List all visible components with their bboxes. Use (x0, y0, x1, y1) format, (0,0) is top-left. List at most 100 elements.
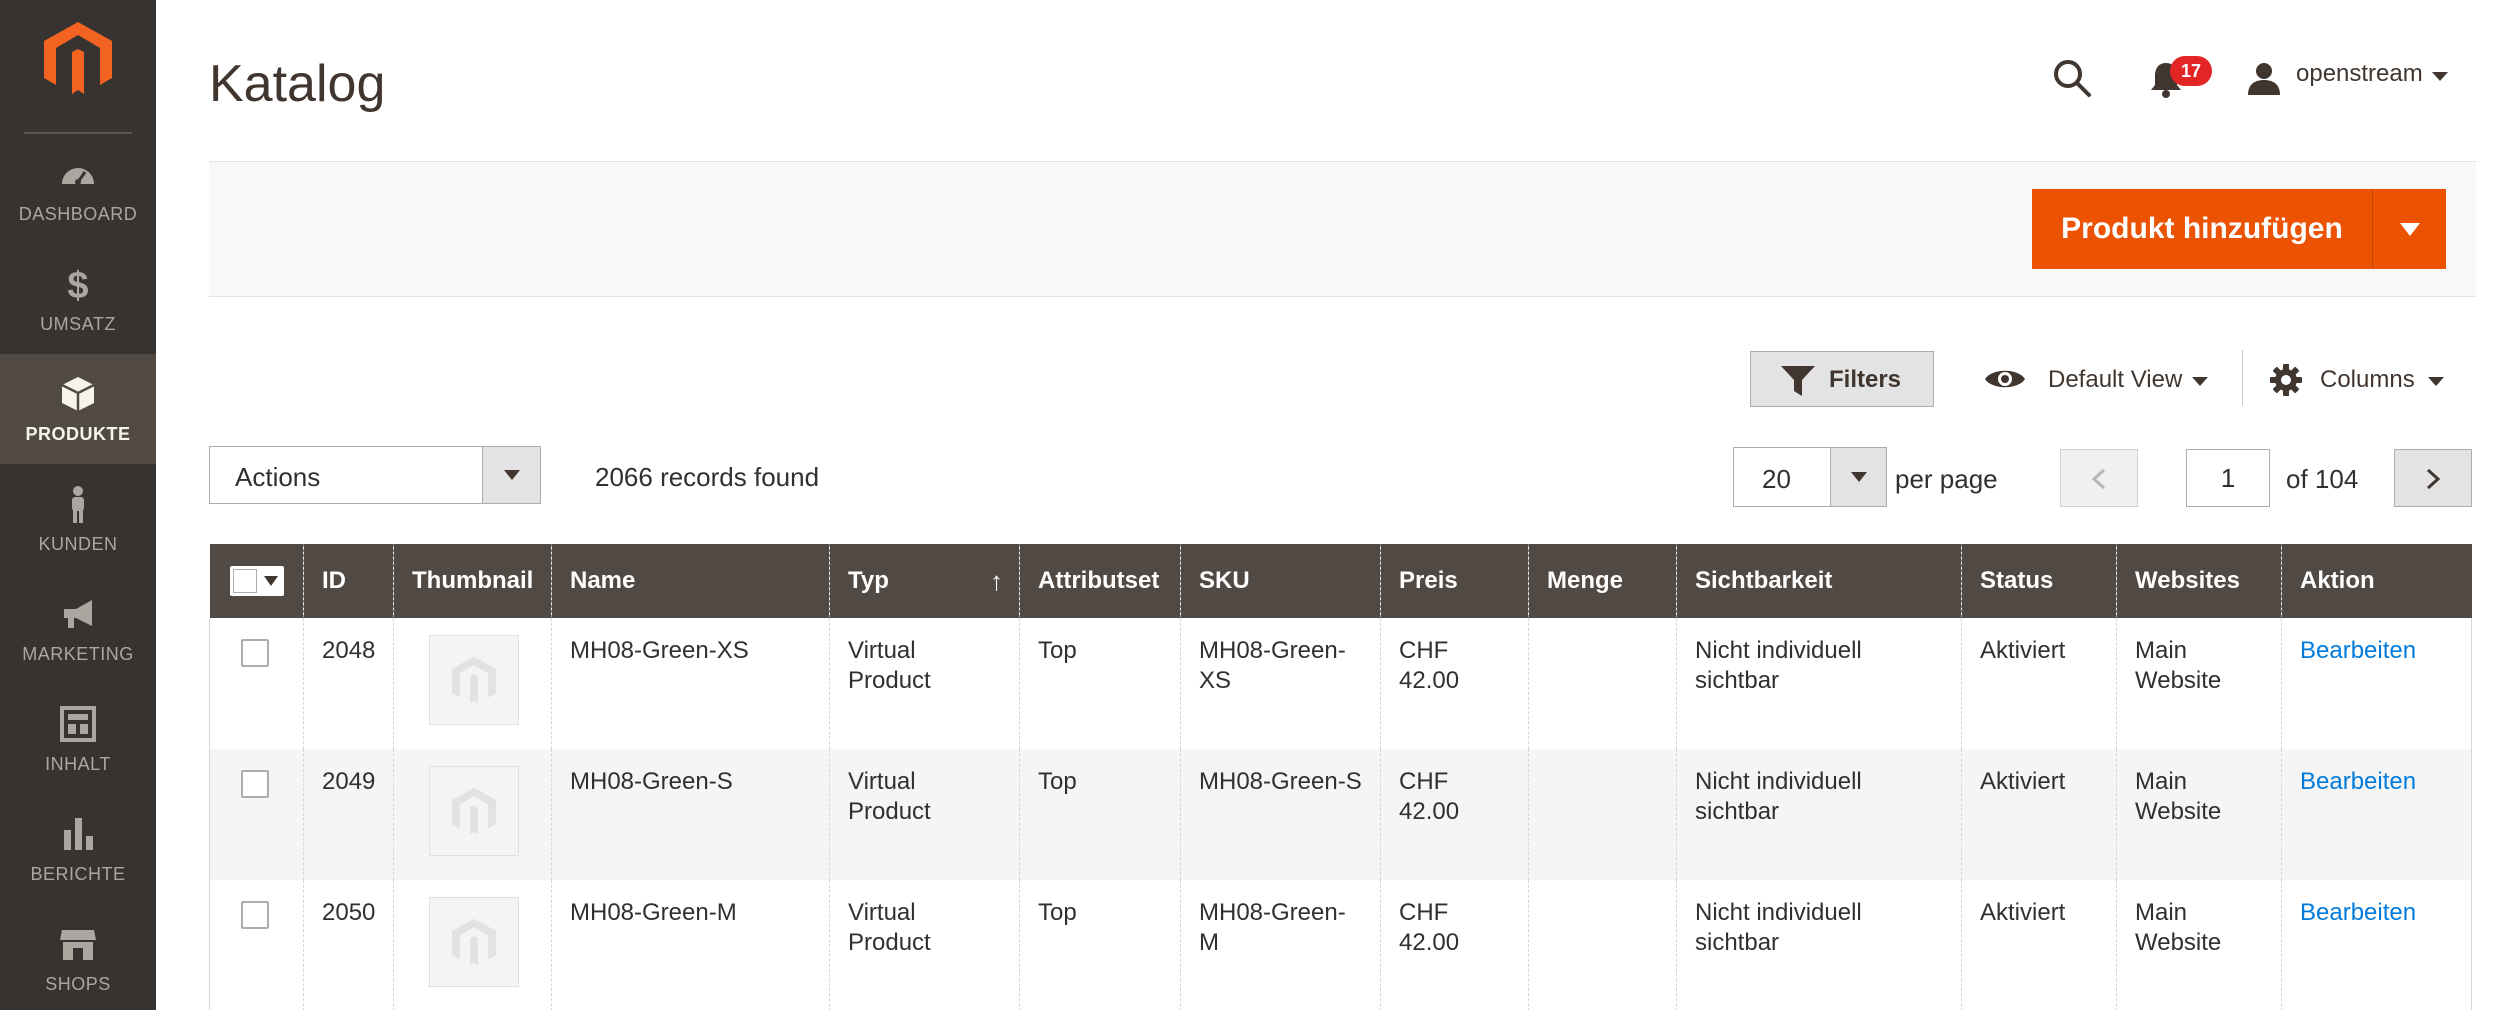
magento-placeholder-icon (452, 918, 496, 966)
columns-selector[interactable]: Columns (2320, 366, 2415, 394)
mass-actions-label: Actions (235, 462, 321, 492)
product-thumbnail[interactable] (429, 766, 519, 856)
cell-visibility: Nicht individuell sichtbar (1676, 880, 1962, 1010)
cell-websites: Main Website (2116, 880, 2282, 1010)
column-header-id[interactable]: ID (303, 544, 394, 618)
table-header-row: ID Thumbnail Name Typ ↑ Attributset SKU … (209, 544, 2472, 618)
table-row[interactable]: 2048 MH08-Green-XS Virtual Product Top MH08-… (209, 618, 2472, 749)
cell-name: MH08-Green-XS (551, 618, 830, 749)
mass-actions-select[interactable]: Actions (209, 446, 541, 504)
edit-link[interactable]: Bearbeiten (2300, 637, 2416, 664)
per-page-toggle[interactable] (1830, 448, 1886, 506)
select-all-header[interactable] (209, 544, 304, 618)
edit-link[interactable]: Bearbeiten (2300, 768, 2416, 795)
cell-visibility: Nicht individuell sichtbar (1676, 749, 1962, 880)
magento-placeholder-icon (452, 787, 496, 835)
product-thumbnail[interactable] (429, 635, 519, 725)
dashboard-icon (58, 154, 98, 194)
svg-text:$: $ (67, 265, 88, 304)
row-select-cell[interactable] (209, 880, 304, 1010)
chevron-down-icon[interactable] (2428, 375, 2444, 387)
sidebar-item-kunden[interactable]: KUNDEN (0, 464, 156, 574)
chevron-down-icon (1851, 472, 1867, 482)
column-header-type[interactable]: Typ ↑ (829, 544, 1020, 618)
view-selector[interactable]: Default View (2048, 366, 2182, 394)
previous-page-button[interactable] (2060, 449, 2138, 507)
row-checkbox[interactable] (241, 770, 269, 798)
layout-icon (58, 704, 98, 744)
column-header-websites[interactable]: Websites (2116, 544, 2282, 618)
row-select-cell[interactable] (209, 749, 304, 880)
row-checkbox[interactable] (241, 901, 269, 929)
column-header-status[interactable]: Status (1961, 544, 2117, 618)
chevron-down-icon (2400, 223, 2420, 236)
product-thumbnail[interactable] (429, 897, 519, 987)
sidebar-item-marketing[interactable]: MARKETING (0, 574, 156, 684)
table-row[interactable]: 2050 MH08-Green-M Virtual Product Top MH08-G… (209, 880, 2472, 1010)
cell-visibility: Nicht individuell sichtbar (1676, 618, 1962, 749)
cell-name: MH08-Green-S (551, 749, 830, 880)
notification-badge[interactable]: 17 (2170, 56, 2212, 86)
next-page-button[interactable] (2394, 449, 2472, 507)
cell-attribute-set: Top (1019, 880, 1181, 1010)
sidebar-item-shops[interactable]: SHOPS (0, 904, 156, 1010)
per-page-value: 20 (1762, 464, 1791, 494)
user-icon[interactable] (2246, 60, 2282, 96)
sidebar-item-produkte[interactable]: PRODUKTE (0, 354, 156, 464)
sidebar-item-label: UMSATZ (40, 314, 116, 334)
cell-id: 2048 (303, 618, 394, 749)
search-icon[interactable] (2052, 58, 2092, 98)
magento-logo[interactable] (44, 22, 112, 94)
per-page-label: per page (1895, 464, 1998, 494)
cell-type: Virtual Product (829, 618, 1020, 749)
column-header-attribute-set[interactable]: Attributset (1019, 544, 1181, 618)
table-row[interactable]: 2049 MH08-Green-S Virtual Product Top MH08-G… (209, 749, 2472, 880)
cell-action: Bearbeiten (2281, 749, 2472, 880)
page-title: Katalog (209, 55, 386, 113)
product-grid: ID Thumbnail Name Typ ↑ Attributset SKU … (209, 544, 2472, 1010)
gear-icon[interactable] (2270, 364, 2302, 396)
chevron-down-icon[interactable] (2192, 375, 2208, 387)
mass-actions-toggle[interactable] (482, 447, 540, 503)
toolbar-divider (2242, 350, 2243, 406)
checkbox[interactable] (232, 569, 257, 593)
cell-thumbnail (393, 880, 552, 1010)
edit-link[interactable]: Bearbeiten (2300, 899, 2416, 926)
chevron-down-icon[interactable] (263, 576, 278, 586)
add-product-button[interactable]: Produkt hinzufügen (2032, 189, 2372, 269)
magento-placeholder-icon (452, 656, 496, 704)
sidebar-item-umsatz[interactable]: $ UMSATZ (0, 244, 156, 354)
column-header-visibility[interactable]: Sichtbarkeit (1676, 544, 1962, 618)
cell-sku: MH08-Green-XS (1180, 618, 1381, 749)
bar-chart-icon (58, 814, 98, 854)
chevron-left-icon (2091, 468, 2106, 490)
column-header-type-label: Typ (848, 567, 889, 594)
cell-attribute-set: Top (1019, 749, 1181, 880)
cell-action: Bearbeiten (2281, 880, 2472, 1010)
sidebar-item-inhalt[interactable]: INHALT (0, 684, 156, 794)
row-select-cell[interactable] (209, 618, 304, 749)
cell-sku: MH08-Green-S (1180, 749, 1381, 880)
column-header-quantity[interactable]: Menge (1528, 544, 1677, 618)
eye-icon[interactable] (1984, 366, 2026, 392)
admin-username[interactable]: openstream (2296, 60, 2423, 88)
megaphone-icon (58, 594, 98, 634)
cell-status: Aktiviert (1961, 880, 2117, 1010)
sidebar-item-dashboard[interactable]: DASHBOARD (0, 134, 156, 244)
current-page-input[interactable]: 1 (2186, 449, 2270, 507)
cell-price: CHF 42.00 (1380, 880, 1529, 1010)
select-all-checkbox[interactable] (229, 566, 284, 596)
sidebar-item-label: DASHBOARD (18, 204, 138, 224)
filters-button[interactable]: Filters (1750, 351, 1934, 407)
cell-quantity (1528, 749, 1677, 880)
column-header-name[interactable]: Name (551, 544, 830, 618)
per-page-select[interactable]: 20 (1733, 447, 1887, 507)
sidebar-item-berichte[interactable]: BERICHTE (0, 794, 156, 904)
column-header-sku[interactable]: SKU (1180, 544, 1381, 618)
cell-websites: Main Website (2116, 749, 2282, 880)
cell-websites: Main Website (2116, 618, 2282, 749)
column-header-price[interactable]: Preis (1380, 544, 1529, 618)
add-product-split-toggle[interactable] (2372, 189, 2446, 269)
row-checkbox[interactable] (241, 639, 269, 667)
chevron-down-icon[interactable] (2432, 70, 2448, 82)
